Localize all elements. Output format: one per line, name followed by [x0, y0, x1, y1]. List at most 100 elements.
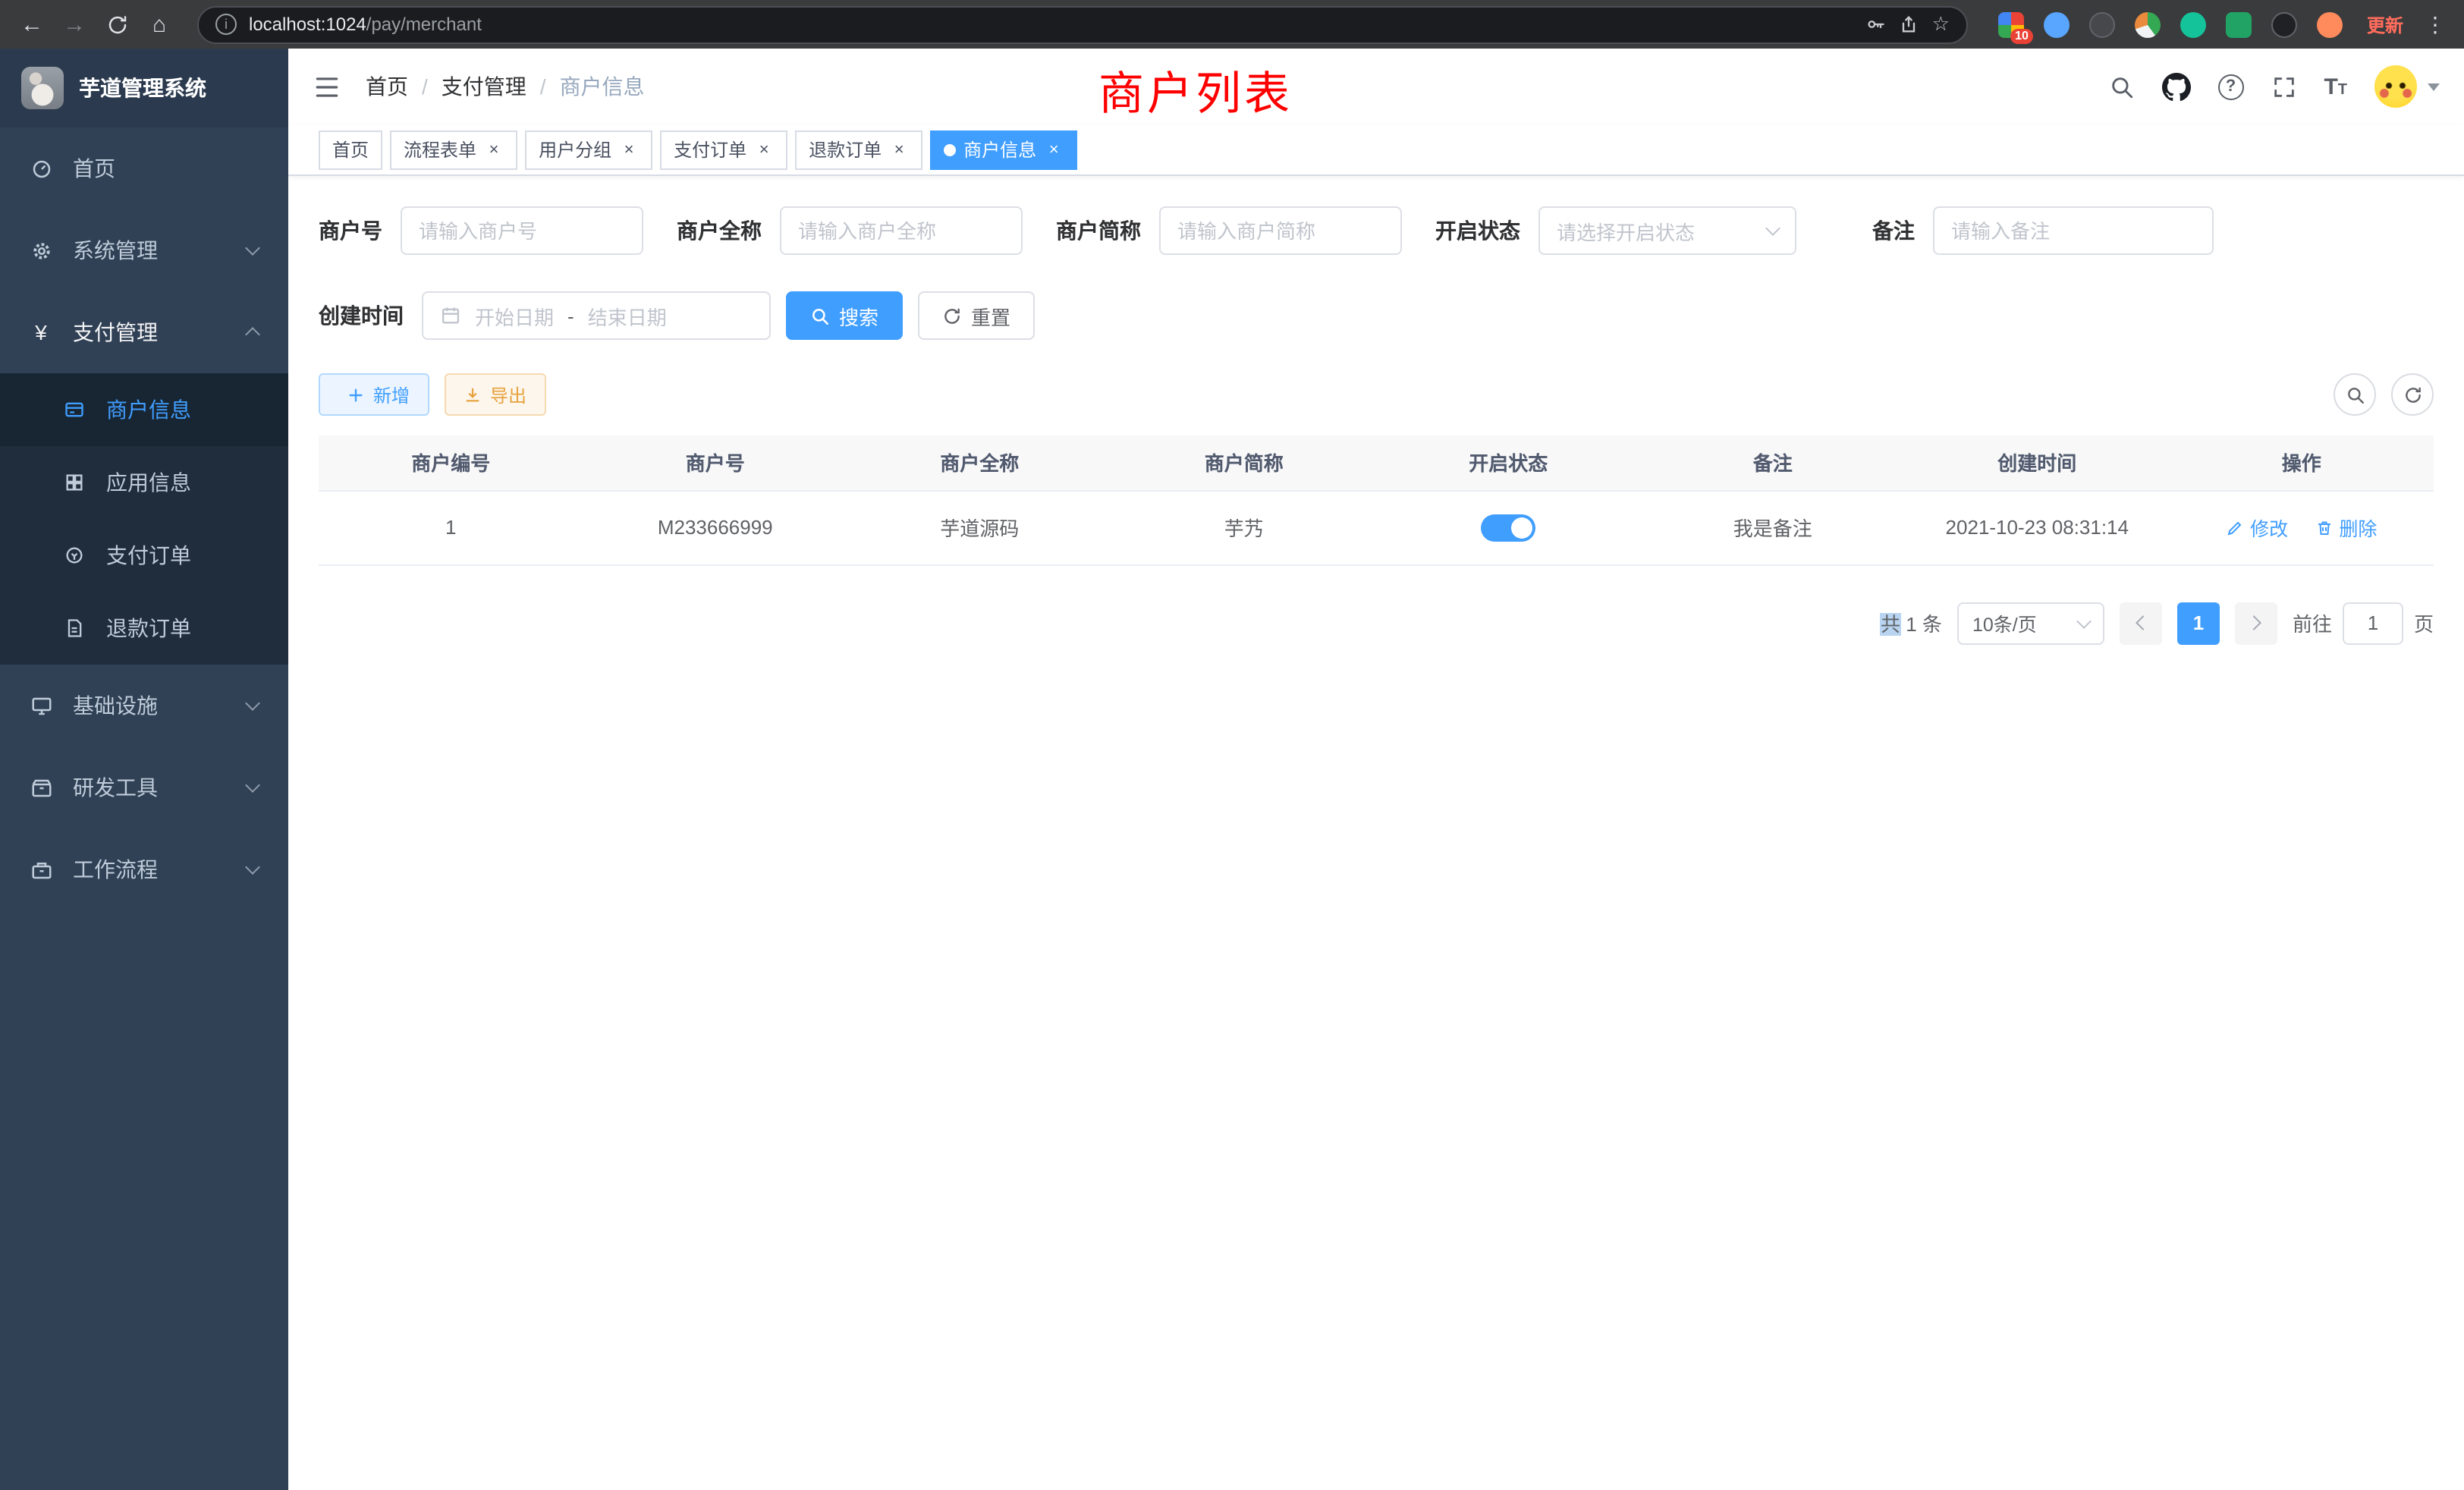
status-select[interactable]: 请选择开启状态: [1538, 206, 1796, 255]
sidebar-item-workflow[interactable]: 工作流程: [0, 828, 288, 910]
next-page-button[interactable]: [2235, 602, 2277, 644]
tab-label: 首页: [332, 137, 369, 162]
page-size-select[interactable]: 10条/页: [1957, 602, 2104, 644]
date-end-placeholder: 结束日期: [588, 301, 667, 330]
browser-home-icon[interactable]: ⌂: [143, 8, 176, 41]
extension-icon[interactable]: [2089, 11, 2115, 37]
dashboard-icon: [27, 157, 55, 180]
fullscreen-icon[interactable]: [2271, 74, 2296, 99]
browser-profile-avatar[interactable]: [2317, 11, 2343, 37]
column-header: 商户全称: [847, 435, 1112, 490]
reset-button[interactable]: 重置: [918, 291, 1035, 340]
prev-page-button[interactable]: [2120, 602, 2162, 644]
sidebar-item-merchant-info[interactable]: 商户信息: [0, 373, 288, 446]
goto-suffix-label: 页: [2414, 608, 2434, 637]
extension-icon[interactable]: [2180, 11, 2206, 37]
search-icon[interactable]: [2108, 74, 2134, 99]
edit-link[interactable]: 修改: [2226, 513, 2288, 542]
sidebar-collapse-icon[interactable]: [313, 72, 341, 101]
merchant-card-icon: [61, 399, 88, 420]
close-icon[interactable]: ×: [754, 140, 774, 159]
tab-process-form[interactable]: 流程表单 ×: [390, 130, 517, 169]
bookmark-star-icon[interactable]: ☆: [1932, 12, 1950, 36]
date-separator: -: [567, 304, 574, 327]
site-info-icon[interactable]: i: [215, 14, 237, 35]
chevron-right-icon: [2246, 615, 2261, 630]
sidebar-item-payment[interactable]: ¥ 支付管理: [0, 291, 288, 373]
extension-icon[interactable]: [2271, 11, 2297, 37]
column-header: 备注: [1641, 435, 1906, 490]
coin-icon: [61, 545, 88, 566]
refresh-icon: [942, 306, 962, 325]
cell-short-name: 芋艿: [1112, 490, 1377, 564]
github-icon[interactable]: [2161, 72, 2190, 101]
app-logo-area[interactable]: 芋道管理系统: [0, 49, 288, 127]
extension-icon[interactable]: [2044, 11, 2070, 37]
current-page-button[interactable]: 1: [2177, 602, 2220, 644]
document-icon: [61, 618, 88, 639]
refresh-table-button[interactable]: [2391, 373, 2434, 416]
browser-refresh-icon[interactable]: [100, 8, 134, 41]
share-icon[interactable]: [1899, 14, 1920, 35]
tab-home[interactable]: 首页: [319, 130, 382, 169]
status-select-placeholder: 请选择开启状态: [1557, 216, 1695, 245]
search-button[interactable]: 搜索: [786, 291, 903, 340]
breadcrumb-item-payment[interactable]: 支付管理: [442, 71, 526, 102]
font-size-icon[interactable]: TT: [2324, 74, 2347, 99]
sidebar-item-pay-orders[interactable]: 支付订单: [0, 519, 288, 592]
goto-page-input[interactable]: [2343, 602, 2403, 644]
close-icon[interactable]: ×: [1044, 140, 1064, 159]
cell-create-time: 2021-10-23 08:31:14: [1905, 490, 2170, 564]
browser-forward-icon[interactable]: →: [58, 8, 91, 41]
sidebar: 芋道管理系统 首页 系统管理 ¥ 支付管理: [0, 49, 288, 1490]
cell-full-name: 芋道源码: [847, 490, 1112, 564]
field-remark: 备注: [1872, 206, 2214, 255]
chrome-update-button[interactable]: 更新: [2367, 11, 2403, 37]
sidebar-item-system[interactable]: 系统管理: [0, 209, 288, 291]
date-range-picker[interactable]: 开始日期 - 结束日期: [422, 291, 771, 340]
tab-merchant-info[interactable]: 商户信息 ×: [930, 130, 1077, 169]
close-icon[interactable]: ×: [619, 140, 639, 159]
search-form-row-1: 商户号 商户全称 商户简称 开启状态 请选择开启状态: [319, 206, 2434, 255]
user-menu[interactable]: [2374, 65, 2440, 108]
url-bar[interactable]: i localhost:1024/pay/merchant ☆: [197, 5, 1968, 43]
goto-page: 前往 页: [2293, 602, 2434, 644]
remark-input[interactable]: [1933, 206, 2214, 255]
sidebar-item-dev-tools[interactable]: 研发工具: [0, 747, 288, 828]
browser-back-icon[interactable]: ←: [15, 8, 49, 41]
page-content: 商户号 商户全称 商户简称 开启状态 请选择开启状态: [288, 176, 2464, 1490]
breadcrumb-item-home[interactable]: 首页: [366, 71, 408, 102]
user-avatar[interactable]: [2374, 65, 2417, 108]
tab-label: 退款订单: [809, 137, 882, 162]
tab-pay-orders[interactable]: 支付订单 ×: [660, 130, 787, 169]
chevron-down-icon: [245, 778, 260, 793]
chevron-down-icon: [2076, 613, 2092, 628]
tab-refund-orders[interactable]: 退款订单 ×: [795, 130, 922, 169]
short-name-input[interactable]: [1159, 206, 1402, 255]
delete-link-label: 删除: [2339, 513, 2377, 542]
active-dot-icon: [944, 143, 956, 156]
extension-icon[interactable]: [2226, 11, 2252, 37]
sidebar-item-label: 首页: [73, 153, 115, 184]
url-path: /pay/merchant: [366, 14, 482, 35]
help-icon[interactable]: ?: [2217, 74, 2243, 99]
toggle-search-button[interactable]: [2334, 373, 2376, 416]
password-key-icon[interactable]: [1865, 14, 1887, 35]
delete-link[interactable]: 删除: [2315, 513, 2377, 542]
sidebar-item-infrastructure[interactable]: 基础设施: [0, 665, 288, 747]
extension-apps-icon[interactable]: 10: [1998, 11, 2024, 37]
status-toggle[interactable]: [1481, 514, 1535, 541]
sidebar-item-refund-orders[interactable]: 退款订单: [0, 592, 288, 665]
extension-icon[interactable]: [2135, 11, 2161, 37]
close-icon[interactable]: ×: [484, 140, 504, 159]
tab-user-group[interactable]: 用户分组 ×: [525, 130, 652, 169]
date-start-placeholder: 开始日期: [475, 301, 554, 330]
sidebar-item-home[interactable]: 首页: [0, 127, 288, 209]
export-button[interactable]: 导出: [445, 373, 546, 416]
full-name-input[interactable]: [780, 206, 1023, 255]
close-icon[interactable]: ×: [889, 140, 909, 159]
add-button[interactable]: 新增: [319, 373, 429, 416]
sidebar-item-app-info[interactable]: 应用信息: [0, 446, 288, 519]
browser-menu-icon[interactable]: ⋮: [2425, 11, 2446, 37]
merchant-no-input[interactable]: [401, 206, 643, 255]
